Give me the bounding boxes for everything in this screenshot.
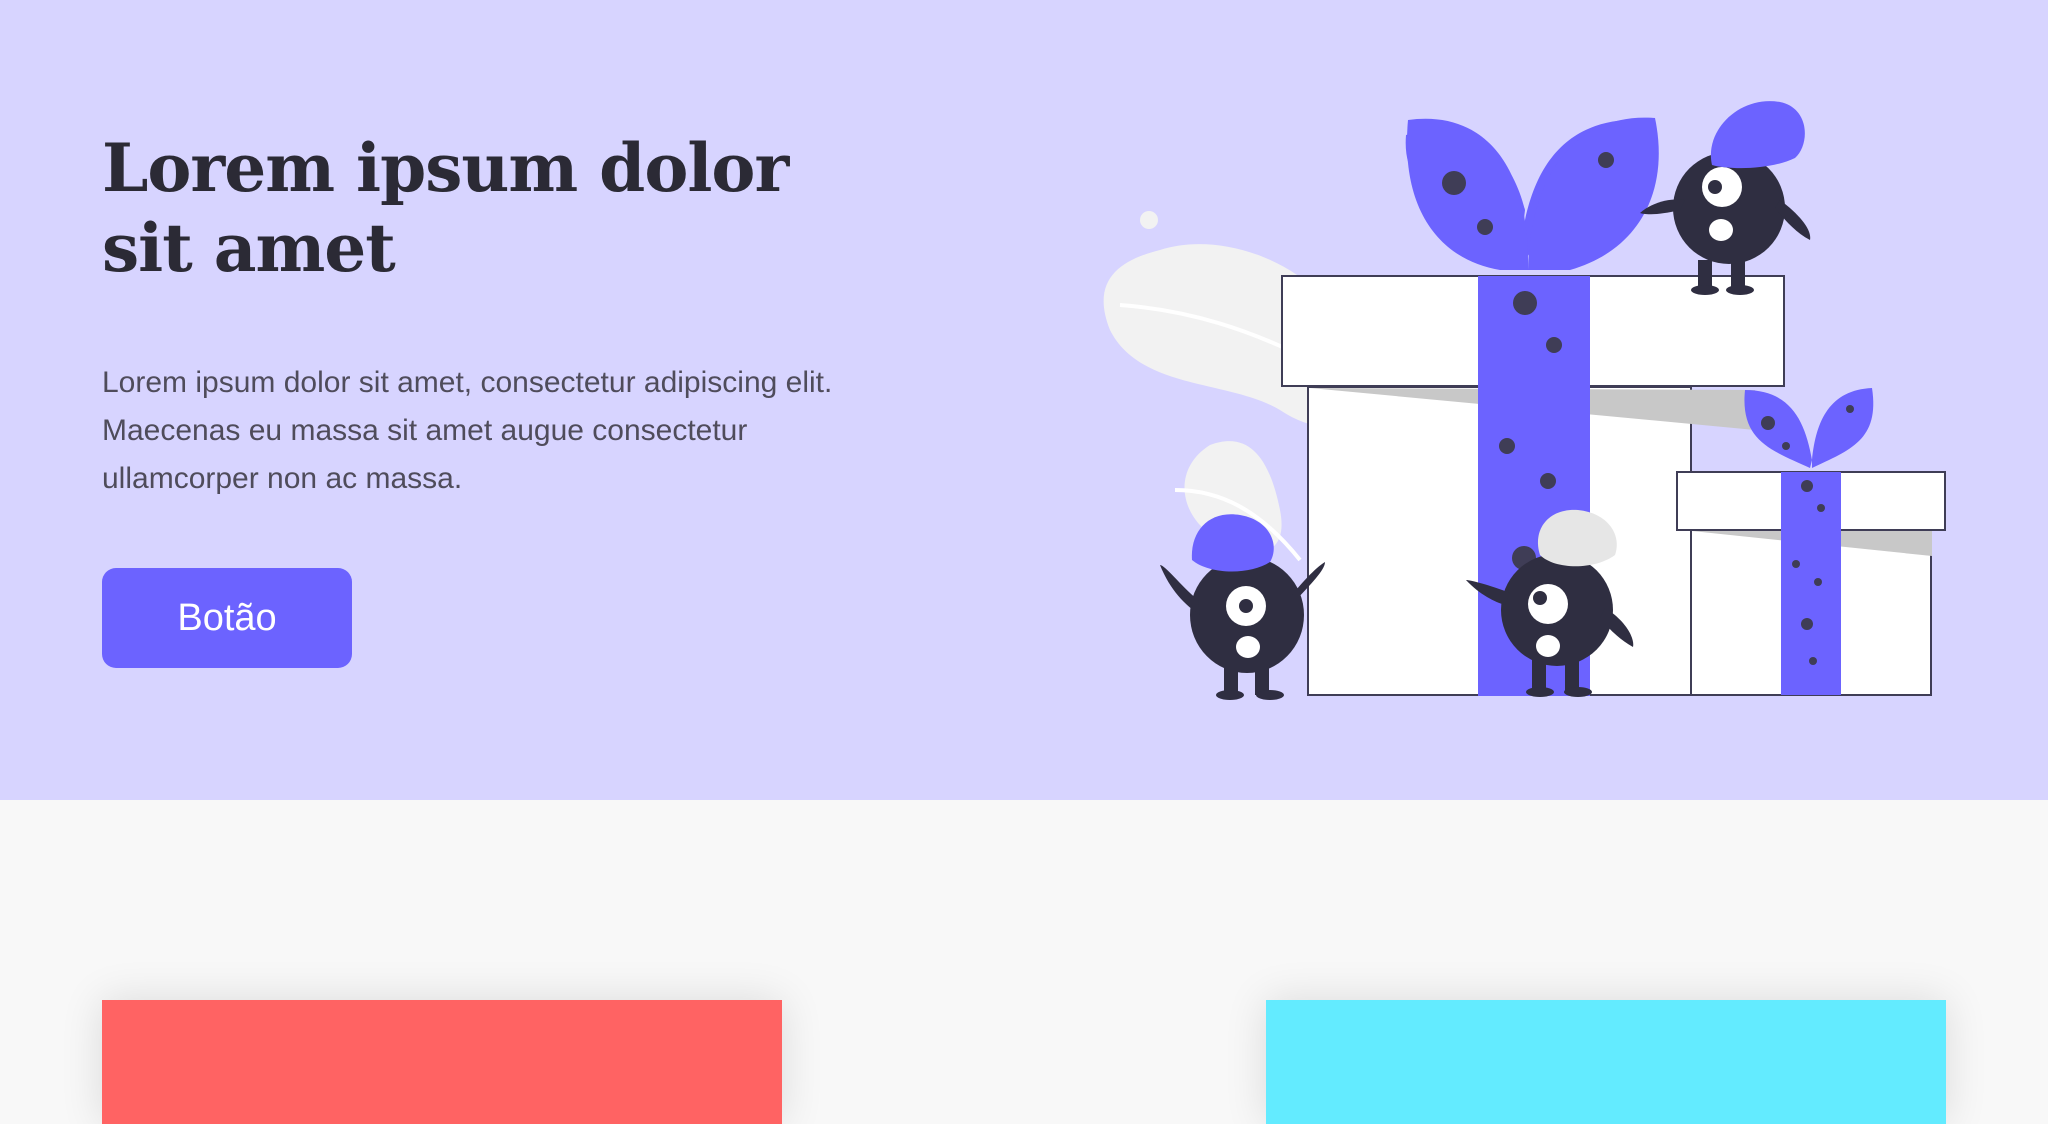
- hero-cta-button[interactable]: Botão: [102, 568, 352, 668]
- gift-boxes-illustration-icon: [1103, 101, 1946, 700]
- feature-card-cyan: [1266, 1000, 1946, 1124]
- hero-title: Lorem ipsum dolor sit amet: [102, 129, 789, 287]
- hero-section: Lorem ipsum dolor sit amet Lorem ipsum d…: [0, 0, 2048, 800]
- feature-card-red: [102, 1000, 782, 1124]
- hero-description: Lorem ipsum dolor sit amet, consectetur …: [102, 366, 833, 495]
